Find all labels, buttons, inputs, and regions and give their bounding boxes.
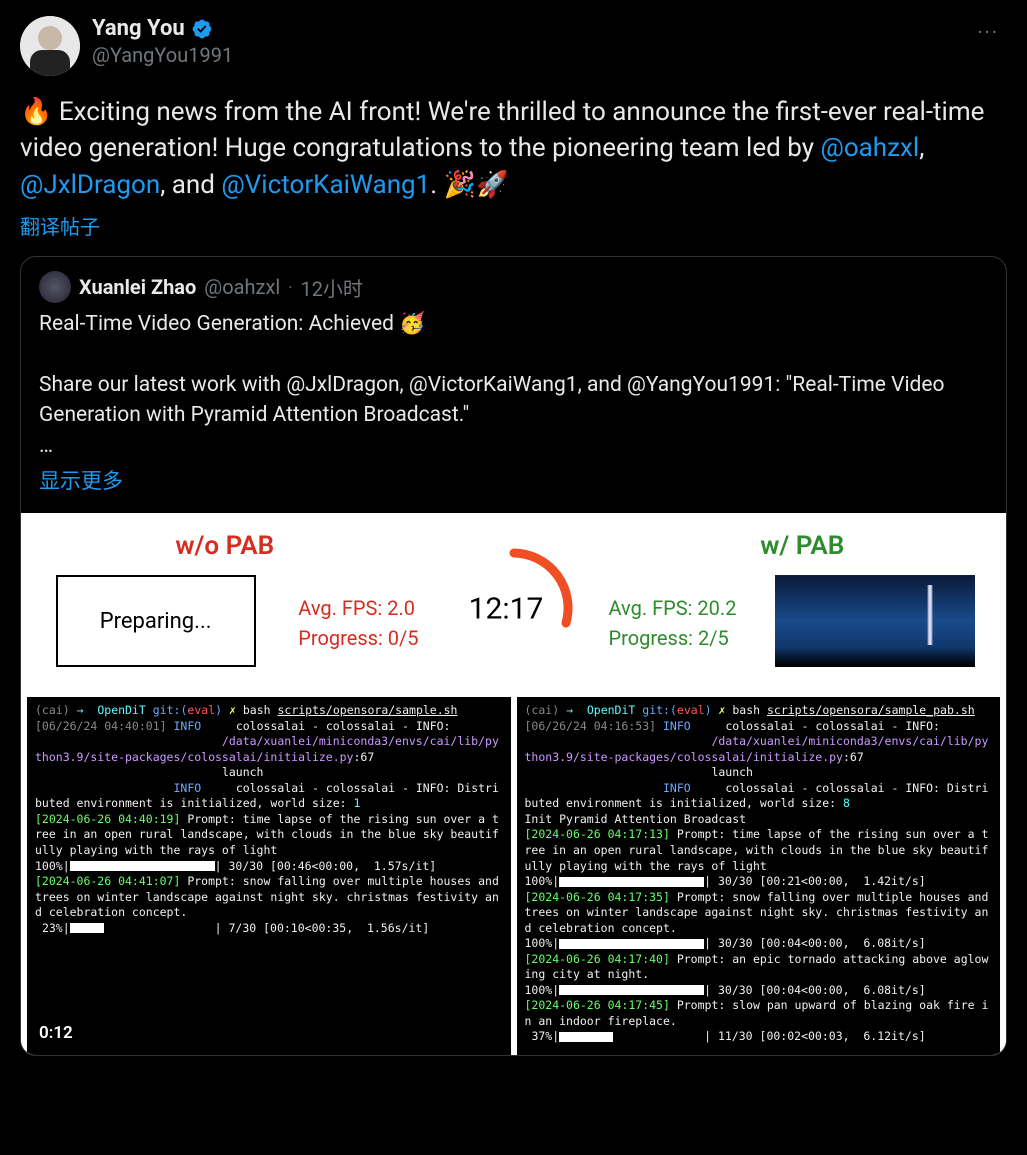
right-progress: Progress: 2/5 <box>609 623 737 653</box>
media-comparison: w/o PAB Preparing... Avg. FPS: 2.0 Progr… <box>21 513 1006 697</box>
quoted-time: 12小时 <box>300 273 362 302</box>
terminal-right: (cai) → OpenDiT git:(eval) ✗ bash script… <box>517 697 1001 1054</box>
verified-icon <box>191 18 213 40</box>
tweet-container: Yang You @YangYou1991 ··· 🔥 Exciting new… <box>0 0 1027 1072</box>
quoted-body: Real-Time Video Generation: Achieved 🥳 S… <box>39 309 988 461</box>
quoted-avatar[interactable] <box>39 271 71 303</box>
terminals-row: (cai) → OpenDiT git:(eval) ✗ bash script… <box>21 697 1006 1054</box>
show-more-link[interactable]: 显示更多 <box>39 465 123 495</box>
quoted-line2: Share our latest work with @JxlDragon, @… <box>39 370 988 431</box>
quoted-tweet[interactable]: Xuanlei Zhao @oahzxl · 12小时 Real-Time Vi… <box>20 256 1007 1056</box>
right-stats: Avg. FPS: 20.2 Progress: 2/5 <box>609 593 737 653</box>
right-fps: Avg. FPS: 20.2 <box>609 593 737 623</box>
timer-column: 12:17 <box>429 531 599 687</box>
author-avatar[interactable] <box>20 16 80 76</box>
tweet-body: 🔥 Exciting news from the AI front! We're… <box>20 94 1007 203</box>
left-progress: Progress: 0/5 <box>298 623 418 653</box>
translate-link[interactable]: 翻译帖子 <box>20 211 100 240</box>
author-name[interactable]: Yang You <box>92 16 185 41</box>
left-fps: Avg. FPS: 2.0 <box>298 593 418 623</box>
quoted-media[interactable]: w/o PAB Preparing... Avg. FPS: 2.0 Progr… <box>21 513 1006 1054</box>
quoted-header: Xuanlei Zhao @oahzxl · 12小时 <box>39 271 988 303</box>
left-column: w/o PAB Preparing... Avg. FPS: 2.0 Progr… <box>31 531 419 667</box>
author-handle[interactable]: @YangYou1991 <box>92 43 957 67</box>
mention-jxldragon[interactable]: @JxlDragon <box>20 170 160 200</box>
right-title: w/ PAB <box>609 531 997 561</box>
right-column: w/ PAB Avg. FPS: 20.2 Progress: 2/5 <box>609 531 997 667</box>
quoted-line3: … <box>39 431 988 461</box>
mention-oahzxl[interactable]: @oahzxl <box>820 133 919 163</box>
preparing-box: Preparing... <box>56 575 256 667</box>
video-thumbnail <box>775 575 975 667</box>
terminal-left: (cai) → OpenDiT git:(eval) ✗ bash script… <box>27 697 511 1054</box>
mention-victorkai[interactable]: @VictorKaiWang1 <box>221 170 430 200</box>
timer-value: 12:17 <box>469 592 544 627</box>
video-duration-badge: 0:12 <box>31 1021 81 1045</box>
quoted-name[interactable]: Xuanlei Zhao <box>79 275 196 299</box>
more-button[interactable]: ··· <box>969 16 1007 48</box>
user-info: Yang You @YangYou1991 <box>92 16 957 67</box>
quoted-handle[interactable]: @oahzxl <box>204 275 280 299</box>
tweet-header: Yang You @YangYou1991 ··· <box>20 16 1007 76</box>
left-stats: Avg. FPS: 2.0 Progress: 0/5 <box>298 593 418 653</box>
quoted-line1: Real-Time Video Generation: Achieved 🥳 <box>39 309 988 339</box>
left-title: w/o PAB <box>31 531 419 561</box>
